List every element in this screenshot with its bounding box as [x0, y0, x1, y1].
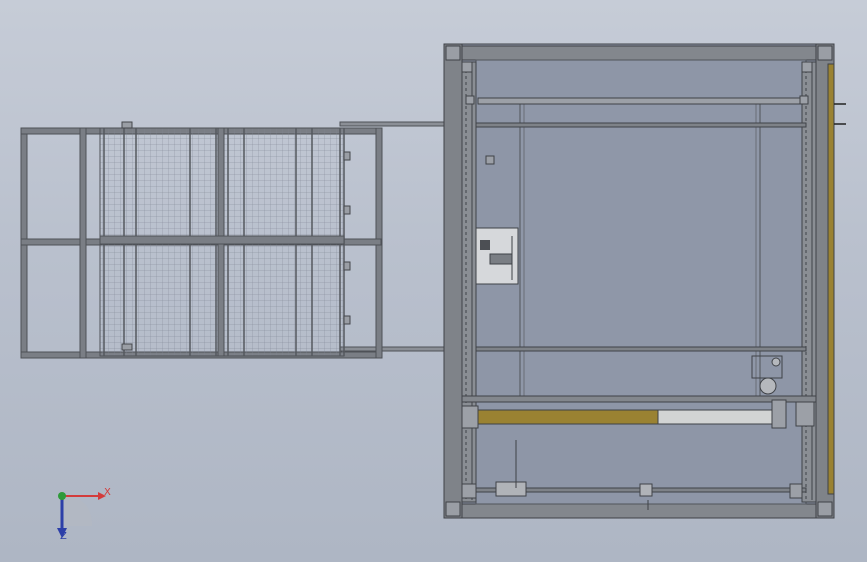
triad-x-label: X [104, 487, 111, 498]
graphics-viewport[interactable]: X Z [0, 0, 867, 562]
triad-z-label: Z [60, 531, 67, 542]
y-axis-dot [58, 492, 66, 500]
top-slide-rail [339, 121, 449, 127]
bottom-slide-rail [339, 346, 449, 352]
control-box [475, 227, 519, 285]
mesh-panels [99, 121, 351, 357]
cad-model [20, 43, 846, 538]
